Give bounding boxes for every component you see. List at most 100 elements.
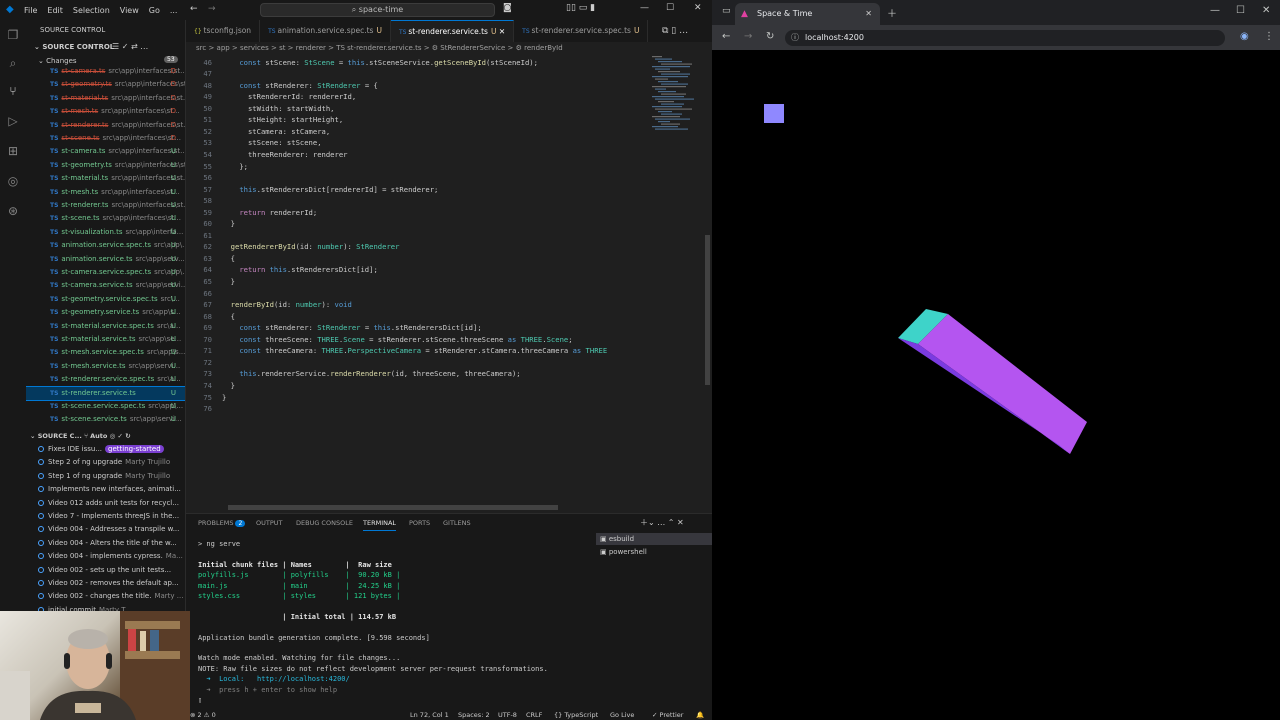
- code-line[interactable]: }: [222, 219, 235, 228]
- code-line[interactable]: const stSceneId = this.stSceneService.cr…: [222, 54, 481, 55]
- explorer-icon[interactable]: ❐: [6, 28, 20, 42]
- changed-file-item[interactable]: TS st-renderer.ts src\app\interfaces\st...…: [26, 199, 185, 212]
- changed-file-item[interactable]: TS st-material.service.spec.ts src\a... U: [26, 320, 185, 333]
- commit-item[interactable]: Video 012 adds unit tests for recycl...: [26, 497, 185, 510]
- commit-item[interactable]: Fixes IDE issu... getting-started: [26, 443, 185, 456]
- gitlens-icon[interactable]: ⊛: [6, 204, 20, 218]
- panel-tab-output[interactable]: OUTPUT: [256, 519, 283, 527]
- terminal-session-powershell[interactable]: ▣ powershell: [596, 546, 712, 558]
- copilot-icon[interactable]: ◙: [503, 3, 512, 13]
- editor-tab[interactable]: TS animation.service.spec.ts U: [260, 20, 391, 42]
- go-live-button[interactable]: Go Live: [610, 711, 634, 720]
- menu-item[interactable]: Edit: [47, 6, 63, 15]
- code-line[interactable]: const threeScene: THREE.Scene = stRender…: [222, 335, 572, 344]
- language-mode[interactable]: {} TypeScript: [554, 711, 598, 720]
- section-header[interactable]: ⌄ SOURCE CONTROL: [34, 43, 114, 51]
- changed-file-item[interactable]: TS st-scene.service.ts src\app\servi... U: [26, 413, 185, 426]
- editor-scrollbar[interactable]: [705, 235, 710, 385]
- changed-file-item[interactable]: TS st-material.ts src\app\interfaces\st...…: [26, 92, 185, 105]
- panel-actions[interactable]: ＋⌄ … ⌃ ✕: [640, 517, 684, 528]
- code-line[interactable]: const stScene: StScene = this.stSceneSer…: [222, 58, 538, 67]
- back-icon[interactable]: ←: [722, 31, 730, 42]
- line-ending[interactable]: CRLF: [526, 711, 542, 720]
- terminal-cursor[interactable]: ▯: [198, 696, 202, 704]
- editor-tab[interactable]: TS st-renderer.service.spec.ts U: [514, 20, 649, 42]
- panel-tab-problems[interactable]: PROBLEMS 2: [198, 519, 246, 527]
- terminal-session-esbuild[interactable]: ▣ esbuild: [596, 533, 712, 545]
- code-line[interactable]: this.stRenderersDict[rendererId] = stRen…: [222, 185, 438, 194]
- changed-file-item[interactable]: TS st-scene.service.spec.ts src\app\... U: [26, 400, 185, 413]
- menu-item[interactable]: Selection: [73, 6, 110, 15]
- code-line[interactable]: getRendererById(id: number): StRenderer: [222, 242, 400, 251]
- commit-item[interactable]: Video 002 - sets up the unit tests...: [26, 564, 185, 577]
- code-line[interactable]: return this.stRenderersDict[id];: [222, 265, 377, 274]
- forward-icon[interactable]: →: [744, 31, 752, 42]
- notifications-icon[interactable]: 🔔: [696, 711, 704, 720]
- code-line[interactable]: this.rendererService.renderRenderer(id, …: [222, 369, 520, 378]
- code-line[interactable]: stCamera: stCamera,: [222, 127, 330, 136]
- tab-search-icon[interactable]: ▭: [722, 6, 731, 16]
- panel-tab-gitlens[interactable]: GITLENS: [443, 519, 471, 527]
- menu-item[interactable]: Go: [149, 6, 160, 15]
- changed-file-item[interactable]: TS st-visualization.ts src\app\interfa... U: [26, 226, 185, 239]
- terminal-output[interactable]: > ng serve Initial chunk files | Names | …: [198, 540, 598, 710]
- encoding[interactable]: UTF-8: [498, 711, 517, 720]
- code-line[interactable]: {: [222, 254, 235, 263]
- scm-actions[interactable]: ☰ ✓ ⇄ …: [112, 42, 148, 51]
- cursor-position[interactable]: Ln 72, Col 1: [410, 711, 449, 720]
- commit-item[interactable]: Video 004 - Alters the title of the w...: [26, 537, 185, 550]
- code-line[interactable]: return rendererId;: [222, 208, 317, 217]
- indentation[interactable]: Spaces: 2: [458, 711, 490, 720]
- code-line[interactable]: const stRenderer: StRenderer = {: [222, 81, 378, 90]
- tab-close-icon[interactable]: ✕: [865, 3, 872, 25]
- commit-item[interactable]: Implements new interfaces, animati...: [26, 483, 185, 496]
- changed-file-item[interactable]: TS st-camera.service.ts src\app\servi... U: [26, 279, 185, 292]
- panel-tab-debug-console[interactable]: DEBUG CONSOLE: [296, 519, 353, 527]
- editor-tab[interactable]: {} tsconfig.json: [186, 20, 261, 42]
- menu-item[interactable]: View: [120, 6, 139, 15]
- changed-file-item[interactable]: TS st-geometry.ts src\app\interfaces\st...…: [26, 159, 185, 172]
- commit-item[interactable]: Video 7 - Implements threeJS in the...: [26, 510, 185, 523]
- tab-close-icon[interactable]: ✕: [496, 27, 505, 36]
- code-line[interactable]: const stRenderer: StRenderer = this.stRe…: [222, 323, 481, 332]
- commit-item[interactable]: Video 004 - implements cypress. Ma...: [26, 550, 185, 563]
- code-line[interactable]: }: [222, 277, 235, 286]
- minimap[interactable]: [650, 54, 705, 154]
- code-line[interactable]: }: [222, 381, 235, 390]
- menu-item[interactable]: ...: [170, 6, 178, 15]
- new-tab-icon[interactable]: ＋: [887, 5, 897, 20]
- panel-tab-ports[interactable]: PORTS: [409, 519, 430, 527]
- changed-file-item[interactable]: TS st-scene.ts src\app\interfaces\st... D: [26, 132, 185, 145]
- changed-file-item[interactable]: TS st-geometry.ts src\app\interfaces\st...…: [26, 78, 185, 91]
- changed-file-item[interactable]: TS st-renderer.service.ts U: [26, 385, 185, 402]
- graph-header[interactable]: ⌄ SOURCE C... ⑂ Auto ◎ ✓ ↻: [30, 432, 131, 440]
- changed-file-item[interactable]: TS st-mesh.ts src\app\interfaces\st... U: [26, 186, 185, 199]
- maximize-icon[interactable]: ☐: [666, 3, 674, 13]
- editor-horizontal-scrollbar[interactable]: [228, 505, 558, 510]
- code-line[interactable]: stRendererId: rendererId,: [222, 92, 356, 101]
- commit-item[interactable]: Step 1 of ng upgrade Marty Trujillo: [26, 470, 185, 483]
- extensions-icon[interactable]: ⊞: [6, 144, 20, 158]
- changed-file-item[interactable]: TS st-geometry.service.spec.ts src\... U: [26, 293, 185, 306]
- commit-item[interactable]: Video 002 - changes the title. Marty ...: [26, 590, 185, 603]
- changed-file-item[interactable]: TS st-mesh.ts src\app\interfaces\st... D: [26, 105, 185, 118]
- editor-actions[interactable]: ⧉ ▯ …: [662, 26, 688, 36]
- close-icon[interactable]: ✕: [694, 3, 702, 13]
- commit-item[interactable]: Step 2 of ng upgrade Marty Trujillo: [26, 456, 185, 469]
- changed-file-item[interactable]: TS st-mesh.service.ts src\app\servi... U: [26, 360, 185, 373]
- code-line[interactable]: const threeCamera: THREE.PerspectiveCame…: [222, 346, 607, 355]
- reload-icon[interactable]: ↻: [766, 31, 774, 42]
- threejs-canvas[interactable]: [712, 50, 1280, 720]
- changed-file-item[interactable]: TS st-camera.ts src\app\interfaces\st... D: [26, 65, 185, 78]
- forward-arrow-icon[interactable]: →: [208, 4, 216, 14]
- changes-group[interactable]: ⌄ Changes: [38, 57, 77, 65]
- code-line[interactable]: stScene: stScene,: [222, 138, 322, 147]
- changed-file-item[interactable]: TS st-geometry.service.ts src\app\s... U: [26, 306, 185, 319]
- menu-item[interactable]: File: [24, 6, 37, 15]
- editor-tab[interactable]: TS st-renderer.service.ts U ✕: [390, 20, 515, 42]
- changed-file-item[interactable]: TS st-renderer.ts src\app\interfaces\st...…: [26, 119, 185, 132]
- commit-item[interactable]: Video 004 - Addresses a transpile w...: [26, 523, 185, 536]
- changed-file-item[interactable]: TS st-mesh.service.spec.ts src\app\s... U: [26, 346, 185, 359]
- problems-status[interactable]: ⊗ 2 ⚠ 0: [190, 711, 216, 720]
- changed-file-item[interactable]: TS st-camera.service.spec.ts src\app\... U: [26, 266, 185, 279]
